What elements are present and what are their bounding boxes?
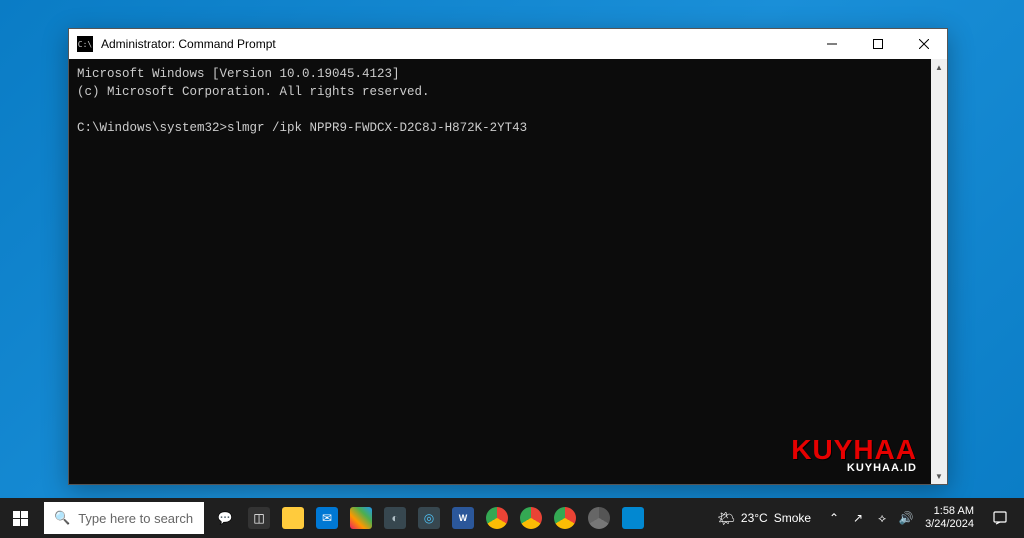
system-tray: 🌤 23°C Smoke ⌃ ↗ ⟡ 🔊 1:58 AM 3/24/2024: [705, 498, 1024, 538]
mail-icon: ✉: [316, 507, 338, 529]
task-view-button[interactable]: ◫: [242, 498, 276, 538]
word-button[interactable]: W: [446, 498, 480, 538]
weather-widget[interactable]: 🌤 23°C Smoke: [705, 498, 823, 538]
terminal-body[interactable]: Microsoft Windows [Version 10.0.19045.41…: [69, 59, 947, 484]
window-controls: [809, 29, 947, 59]
watermark-title: KUYHAA: [791, 437, 917, 462]
search-icon: 🔍: [54, 510, 70, 526]
mail-button[interactable]: ✉: [310, 498, 344, 538]
search-placeholder: Type here to search: [78, 511, 193, 526]
close-button[interactable]: [901, 29, 947, 59]
scroll-up-arrow-icon[interactable]: ▲: [931, 59, 947, 75]
command-prompt-window: C:\ Administrator: Command Prompt Micros…: [68, 28, 948, 485]
search-input[interactable]: 🔍 Type here to search: [44, 502, 204, 534]
clock-button[interactable]: 1:58 AM 3/24/2024: [917, 498, 982, 538]
minimize-button[interactable]: [809, 29, 855, 59]
chevron-up-icon: ⌃: [829, 511, 839, 525]
task-view-icon: ◫: [248, 507, 270, 529]
chrome2-button[interactable]: [514, 498, 548, 538]
cortana-icon: 💬: [214, 507, 236, 529]
app2-icon: ◐: [384, 507, 406, 529]
notification-icon: [992, 510, 1008, 526]
weather-condition: Smoke: [774, 511, 811, 525]
notifications-button[interactable]: [982, 498, 1018, 538]
app1-icon: [350, 507, 372, 529]
chrome-icon: [554, 507, 576, 529]
start-button[interactable]: [0, 498, 40, 538]
maximize-button[interactable]: [855, 29, 901, 59]
scroll-down-arrow-icon[interactable]: ▼: [931, 468, 947, 484]
file-explorer-button[interactable]: [276, 498, 310, 538]
speaker-icon: 🔊: [899, 511, 914, 525]
wifi-icon: ⟡: [878, 511, 886, 526]
app4-icon: [622, 507, 644, 529]
word-icon: W: [452, 507, 474, 529]
windows-logo-icon: [13, 511, 28, 526]
tray-wifi-button[interactable]: ⟡: [871, 498, 893, 538]
tray-cloud-button[interactable]: ↗: [847, 498, 869, 538]
window-title: Administrator: Command Prompt: [101, 37, 809, 51]
weather-icon: 🌤: [717, 510, 735, 527]
clock-date: 3/24/2024: [925, 518, 974, 531]
app1-button[interactable]: [344, 498, 378, 538]
app4-button[interactable]: [616, 498, 650, 538]
clock-time: 1:58 AM: [934, 505, 974, 518]
chrome-icon: [588, 507, 610, 529]
weather-temp: 23°C: [741, 511, 768, 525]
chrome-icon: [520, 507, 542, 529]
chrome1-button[interactable]: [480, 498, 514, 538]
taskbar-pinned-apps: 💬 ◫ ✉ ◐ ◎ W: [208, 498, 650, 538]
cmd-icon: C:\: [77, 36, 93, 52]
app3-button[interactable]: ◎: [412, 498, 446, 538]
vertical-scrollbar[interactable]: ▲ ▼: [931, 59, 947, 484]
titlebar[interactable]: C:\ Administrator: Command Prompt: [69, 29, 947, 59]
arrow-icon: ↗: [853, 511, 863, 525]
app3-icon: ◎: [418, 507, 440, 529]
chrome4-button[interactable]: [582, 498, 616, 538]
chrome-icon: [486, 507, 508, 529]
app2-button[interactable]: ◐: [378, 498, 412, 538]
terminal-output: Microsoft Windows [Version 10.0.19045.41…: [69, 59, 947, 144]
folder-icon: [282, 507, 304, 529]
watermark-subtitle: KUYHAA.ID: [791, 462, 917, 474]
chrome3-button[interactable]: [548, 498, 582, 538]
cortana-button[interactable]: 💬: [208, 498, 242, 538]
tray-volume-button[interactable]: 🔊: [895, 498, 917, 538]
tray-overflow-button[interactable]: ⌃: [823, 498, 845, 538]
watermark: KUYHAA KUYHAA.ID: [791, 437, 917, 474]
taskbar: 🔍 Type here to search 💬 ◫ ✉ ◐ ◎ W 🌤 23°C…: [0, 498, 1024, 538]
